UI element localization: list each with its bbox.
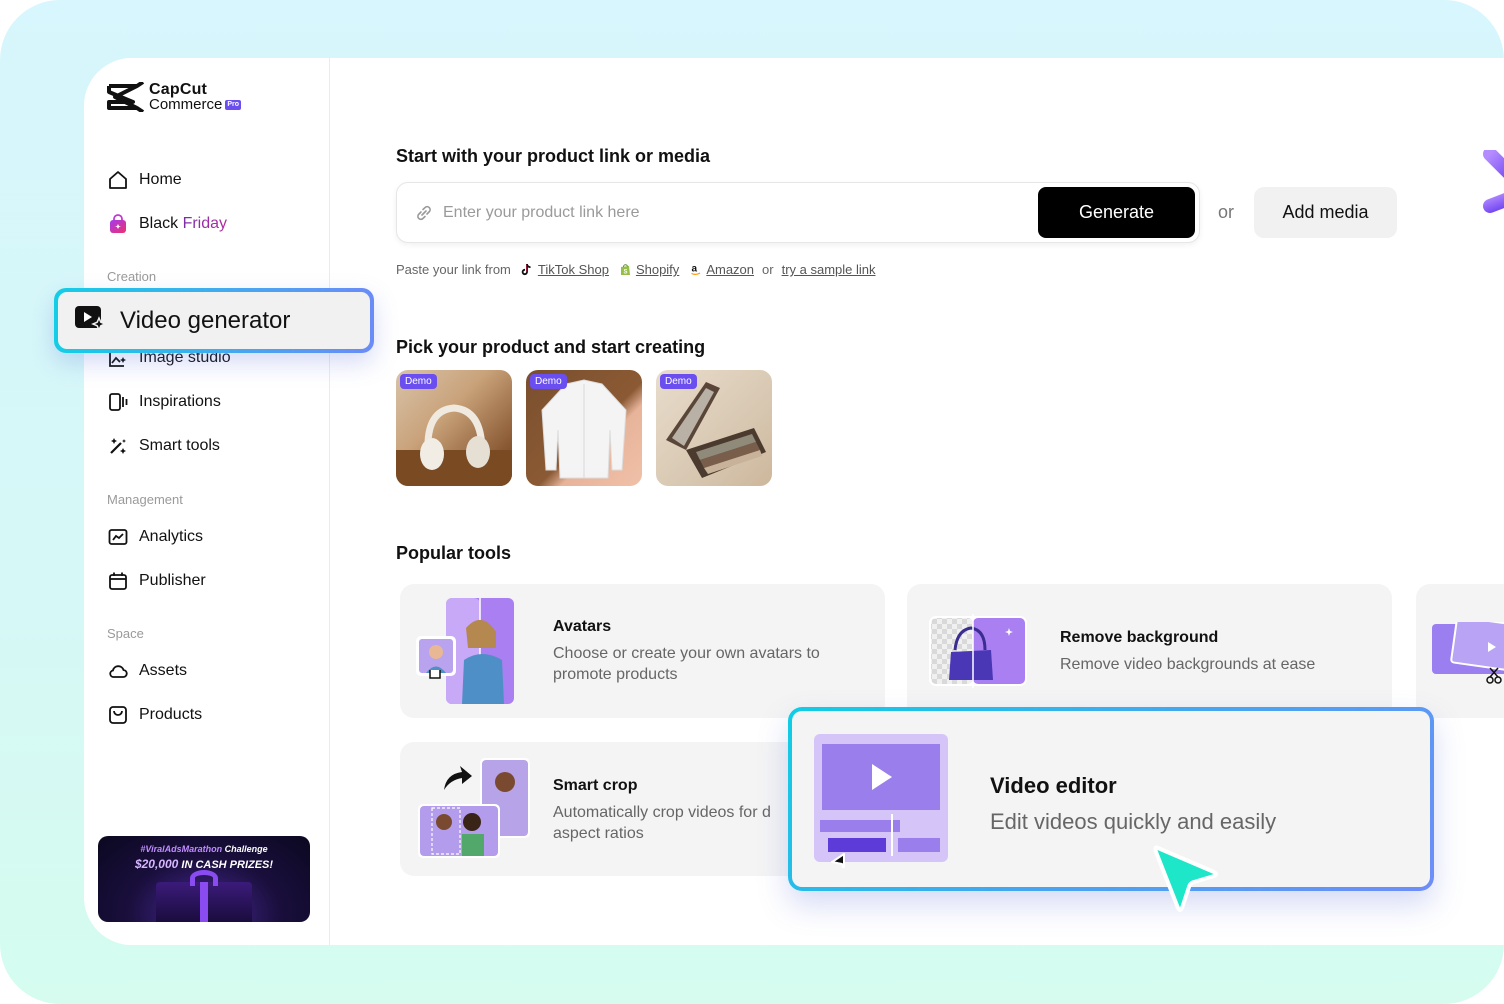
tool-card-partial-video-cut[interactable] bbox=[1416, 584, 1504, 718]
section-label-creation: Creation bbox=[107, 269, 157, 284]
sidebar-item-home[interactable]: Home bbox=[107, 168, 182, 192]
shopify-icon: S bbox=[619, 263, 632, 276]
sidebar: CapCut Commerce Pro Home Black Friday Cre… bbox=[84, 58, 330, 945]
promo-prize-text: IN CASH PRIZES! bbox=[178, 859, 274, 871]
tool-title: Avatars bbox=[553, 618, 612, 635]
black-friday-label-prefix: Black bbox=[139, 215, 183, 232]
capcut-commerce-logo[interactable]: CapCut Commerce Pro bbox=[107, 81, 242, 113]
shopping-bag-icon bbox=[107, 213, 129, 235]
sidebar-item-video-generator[interactable]: Video generator bbox=[54, 288, 374, 353]
svg-text:S: S bbox=[623, 270, 627, 276]
magic-wand-icon bbox=[107, 435, 129, 457]
tiktok-shop-link[interactable]: TikTok Shop bbox=[538, 262, 609, 277]
sidebar-item-inspirations[interactable]: Inspirations bbox=[107, 390, 221, 414]
smart-crop-thumbnail bbox=[418, 758, 530, 858]
promo-line2: $20,000 IN CASH PRIZES! bbox=[98, 857, 310, 871]
video-sparkle-icon bbox=[74, 304, 107, 337]
sidebar-item-label: Inspirations bbox=[139, 393, 221, 410]
tool-title: Remove background bbox=[1060, 629, 1219, 646]
amazon-icon: a bbox=[689, 263, 702, 276]
add-media-button[interactable]: Add media bbox=[1254, 187, 1397, 238]
section-label-management: Management bbox=[107, 492, 183, 507]
tool-desc: Remove video backgrounds at ease bbox=[1060, 656, 1316, 673]
video-cut-thumbnail bbox=[1432, 622, 1504, 684]
demo-badge: Demo bbox=[530, 374, 567, 389]
tiktok-icon bbox=[521, 263, 534, 276]
popular-tools-heading: Popular tools bbox=[396, 543, 512, 563]
tool-card-video-editor[interactable]: Video editor Edit videos quickly and eas… bbox=[788, 707, 1434, 891]
sidebar-item-label: Home bbox=[139, 171, 182, 188]
demo-badge: Demo bbox=[400, 374, 437, 389]
sidebar-item-label: Video generator bbox=[120, 306, 291, 334]
tool-card-avatars[interactable]: Avatars Choose or create your own avatar… bbox=[400, 584, 885, 718]
sample-link[interactable]: try a sample link bbox=[782, 262, 876, 277]
tool-title: Smart crop bbox=[553, 777, 638, 794]
sidebar-item-smart-tools[interactable]: Smart tools bbox=[107, 434, 220, 458]
promo-hashtag: #ViralAdsMarathon bbox=[140, 844, 223, 854]
product-card-headphones[interactable]: Demo bbox=[396, 370, 512, 486]
promo-banner[interactable]: #ViralAdsMarathon Challenge $20,000 IN C… bbox=[98, 836, 310, 922]
product-card-palette[interactable]: Demo bbox=[656, 370, 772, 486]
demo-badge: Demo bbox=[660, 374, 697, 389]
tool-card-remove-background[interactable]: Remove background Remove video backgroun… bbox=[907, 584, 1392, 718]
source-hint: Paste your link from TikTok Shop S Shopi… bbox=[396, 262, 876, 277]
or-separator: or bbox=[1218, 202, 1235, 222]
brand-subname: Commerce bbox=[149, 96, 223, 113]
sidebar-item-label: Assets bbox=[139, 662, 188, 679]
sidebar-item-label: Smart tools bbox=[139, 437, 220, 454]
decorative-3d-shape bbox=[1483, 150, 1504, 213]
product-box-icon bbox=[107, 704, 129, 726]
product-link-input[interactable] bbox=[443, 197, 1023, 229]
product-card-shirt[interactable]: Demo bbox=[526, 370, 642, 486]
sidebar-item-products[interactable]: Products bbox=[107, 703, 202, 727]
calendar-icon bbox=[107, 570, 129, 592]
gift-ribbon-band bbox=[200, 882, 208, 922]
section-label-space: Space bbox=[107, 626, 144, 641]
shopify-link[interactable]: Shopify bbox=[636, 262, 679, 277]
start-section-heading: Start with your product link or media bbox=[396, 146, 711, 166]
pointer-cursor-icon bbox=[1153, 845, 1218, 912]
sidebar-item-assets[interactable]: Assets bbox=[107, 659, 187, 683]
tool-desc: Choose or create your own avatars to pro… bbox=[553, 645, 820, 683]
remove-background-thumbnail bbox=[929, 614, 1027, 688]
tool-desc: Edit videos quickly and easily bbox=[990, 809, 1277, 834]
inspirations-icon bbox=[107, 391, 129, 413]
brand-name: CapCut bbox=[149, 81, 208, 98]
pick-section-heading: Pick your product and start creating bbox=[396, 337, 706, 357]
demo-products: Demo Demo Demo bbox=[396, 370, 772, 486]
promo-line1: #ViralAdsMarathon Challenge bbox=[98, 844, 310, 854]
home-icon bbox=[107, 169, 129, 191]
sidebar-item-black-friday[interactable]: Black Friday bbox=[107, 212, 227, 236]
promo-amount: $20,000 bbox=[134, 857, 179, 871]
avatars-thumbnail bbox=[416, 598, 514, 704]
sidebar-item-label: Analytics bbox=[139, 528, 204, 545]
pro-badge: Pro bbox=[225, 99, 242, 110]
sidebar-item-analytics[interactable]: Analytics bbox=[107, 525, 203, 549]
tool-title: Video editor bbox=[990, 773, 1117, 798]
product-link-field: Generate bbox=[396, 182, 1200, 243]
black-friday-label-highlight: Friday bbox=[182, 215, 228, 232]
svg-text:a: a bbox=[691, 264, 697, 275]
sidebar-item-publisher[interactable]: Publisher bbox=[107, 569, 206, 593]
promo-challenge: Challenge bbox=[222, 844, 268, 854]
hint-prefix: Paste your link from bbox=[396, 262, 511, 277]
sidebar-item-label: Publisher bbox=[139, 572, 206, 589]
hint-or: or bbox=[762, 262, 774, 277]
cloud-icon bbox=[107, 660, 129, 682]
sidebar-item-label: Products bbox=[139, 706, 203, 723]
analytics-icon bbox=[107, 526, 129, 548]
video-editor-thumbnail bbox=[814, 734, 948, 868]
generate-button[interactable]: Generate bbox=[1038, 187, 1195, 238]
link-icon bbox=[417, 205, 431, 221]
capcut-logo-icon bbox=[107, 82, 145, 112]
amazon-link[interactable]: Amazon bbox=[706, 262, 754, 277]
